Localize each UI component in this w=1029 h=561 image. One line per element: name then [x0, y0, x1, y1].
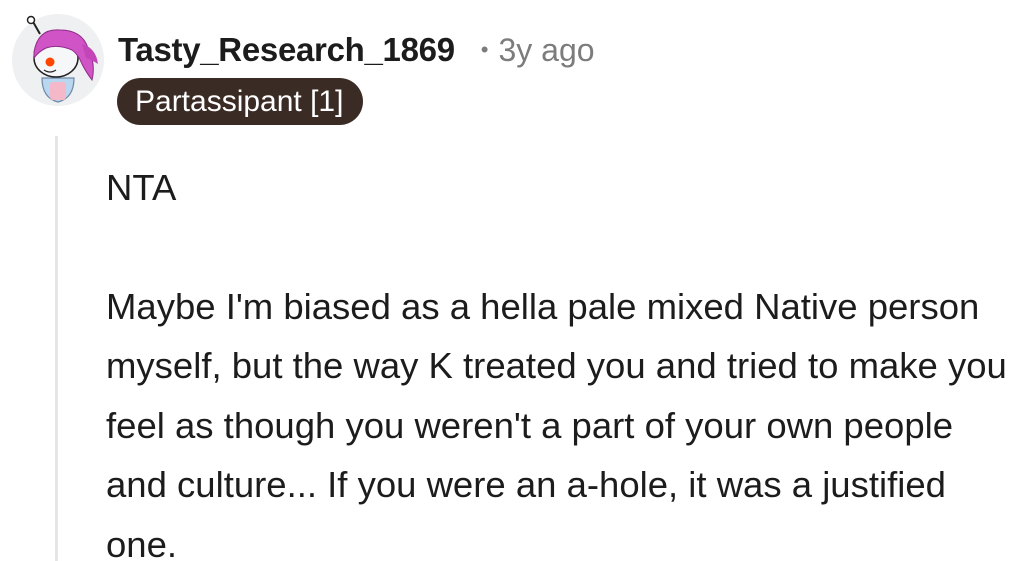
snoo-avatar-icon	[12, 14, 104, 106]
user-flair-badge: Partassipant [1]	[117, 78, 364, 125]
comment-paragraph: Maybe I'm biased as a hella pale mixed N…	[106, 285, 1007, 561]
timestamp-link[interactable]: 3y ago	[498, 32, 594, 69]
comment-body: NTA Maybe I'm biased as a hella pale mix…	[106, 158, 1021, 561]
avatar[interactable]	[12, 14, 104, 106]
comment-paragraph: NTA	[106, 167, 177, 208]
username-link[interactable]: Tasty_Research_1869	[118, 31, 455, 69]
thread-line[interactable]	[55, 136, 58, 561]
comment-header: Tasty_Research_1869 • 3y ago	[118, 28, 595, 72]
separator-dot: •	[480, 37, 489, 62]
